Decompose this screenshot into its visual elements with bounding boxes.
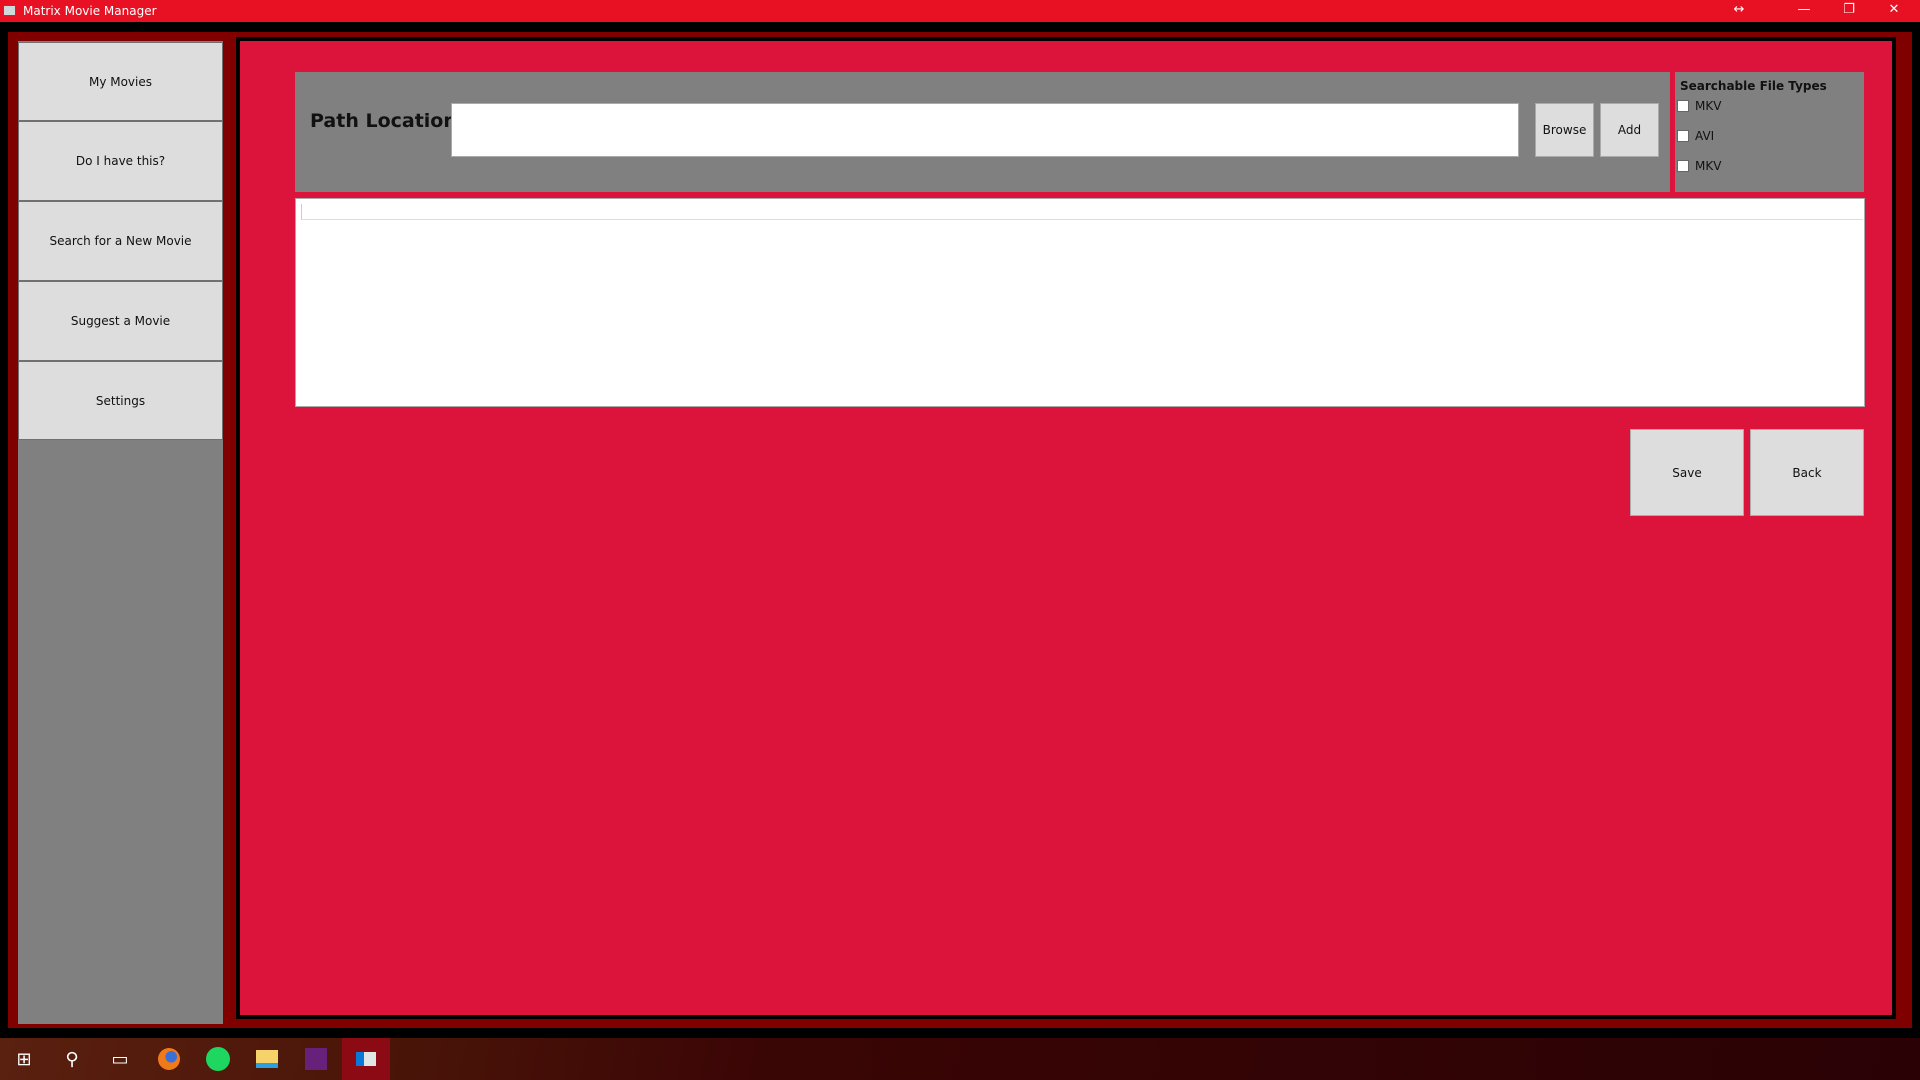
task-view-icon[interactable]: ▭	[96, 1038, 144, 1080]
visual-studio-icon[interactable]	[292, 1038, 340, 1080]
restore-button[interactable]: ❐	[1829, 0, 1869, 22]
back-button[interactable]: Back	[1750, 429, 1864, 516]
path-location-input[interactable]	[451, 103, 1519, 157]
path-list[interactable]	[295, 198, 1865, 407]
matrix-movie-manager-icon[interactable]	[342, 1038, 390, 1080]
firefox-icon[interactable]	[145, 1038, 193, 1080]
sidebar-item-settings[interactable]: Settings	[18, 361, 223, 440]
path-location-label: Path Location:	[310, 110, 465, 132]
path-list-header	[301, 204, 1863, 220]
file-explorer-icon[interactable]	[243, 1038, 291, 1080]
search-icon[interactable]: ⚲	[48, 1038, 96, 1080]
checkbox-label: MKV	[1695, 99, 1722, 113]
checkbox-label: MKV	[1695, 159, 1722, 173]
windows-start-icon[interactable]: ⊞	[0, 1038, 48, 1080]
window-title: Matrix Movie Manager	[23, 4, 157, 18]
sidebar-item-do-i-have-this[interactable]: Do I have this?	[18, 121, 223, 201]
checkbox-label: AVI	[1695, 129, 1715, 143]
resize-icon[interactable]: ↔	[1719, 0, 1759, 22]
title-bar: Matrix Movie Manager ↔ — ❐ ✕	[0, 0, 1920, 22]
app-icon	[3, 5, 16, 16]
sidebar-item-search-new-movie[interactable]: Search for a New Movie	[18, 201, 223, 281]
add-button[interactable]: Add	[1600, 103, 1659, 157]
sidebar-item-my-movies[interactable]: My Movies	[18, 42, 223, 121]
checkbox-mkv-2[interactable]	[1677, 160, 1689, 172]
browse-button[interactable]: Browse	[1535, 103, 1594, 157]
file-types-title: Searchable File Types	[1680, 79, 1827, 93]
checkbox-avi[interactable]	[1677, 130, 1689, 142]
checkbox-mkv[interactable]	[1677, 100, 1689, 112]
save-button[interactable]: Save	[1630, 429, 1744, 516]
close-button[interactable]: ✕	[1874, 0, 1914, 22]
minimize-button[interactable]: —	[1784, 0, 1824, 22]
sidebar-item-suggest-movie[interactable]: Suggest a Movie	[18, 281, 223, 361]
spotify-icon[interactable]	[194, 1038, 242, 1080]
